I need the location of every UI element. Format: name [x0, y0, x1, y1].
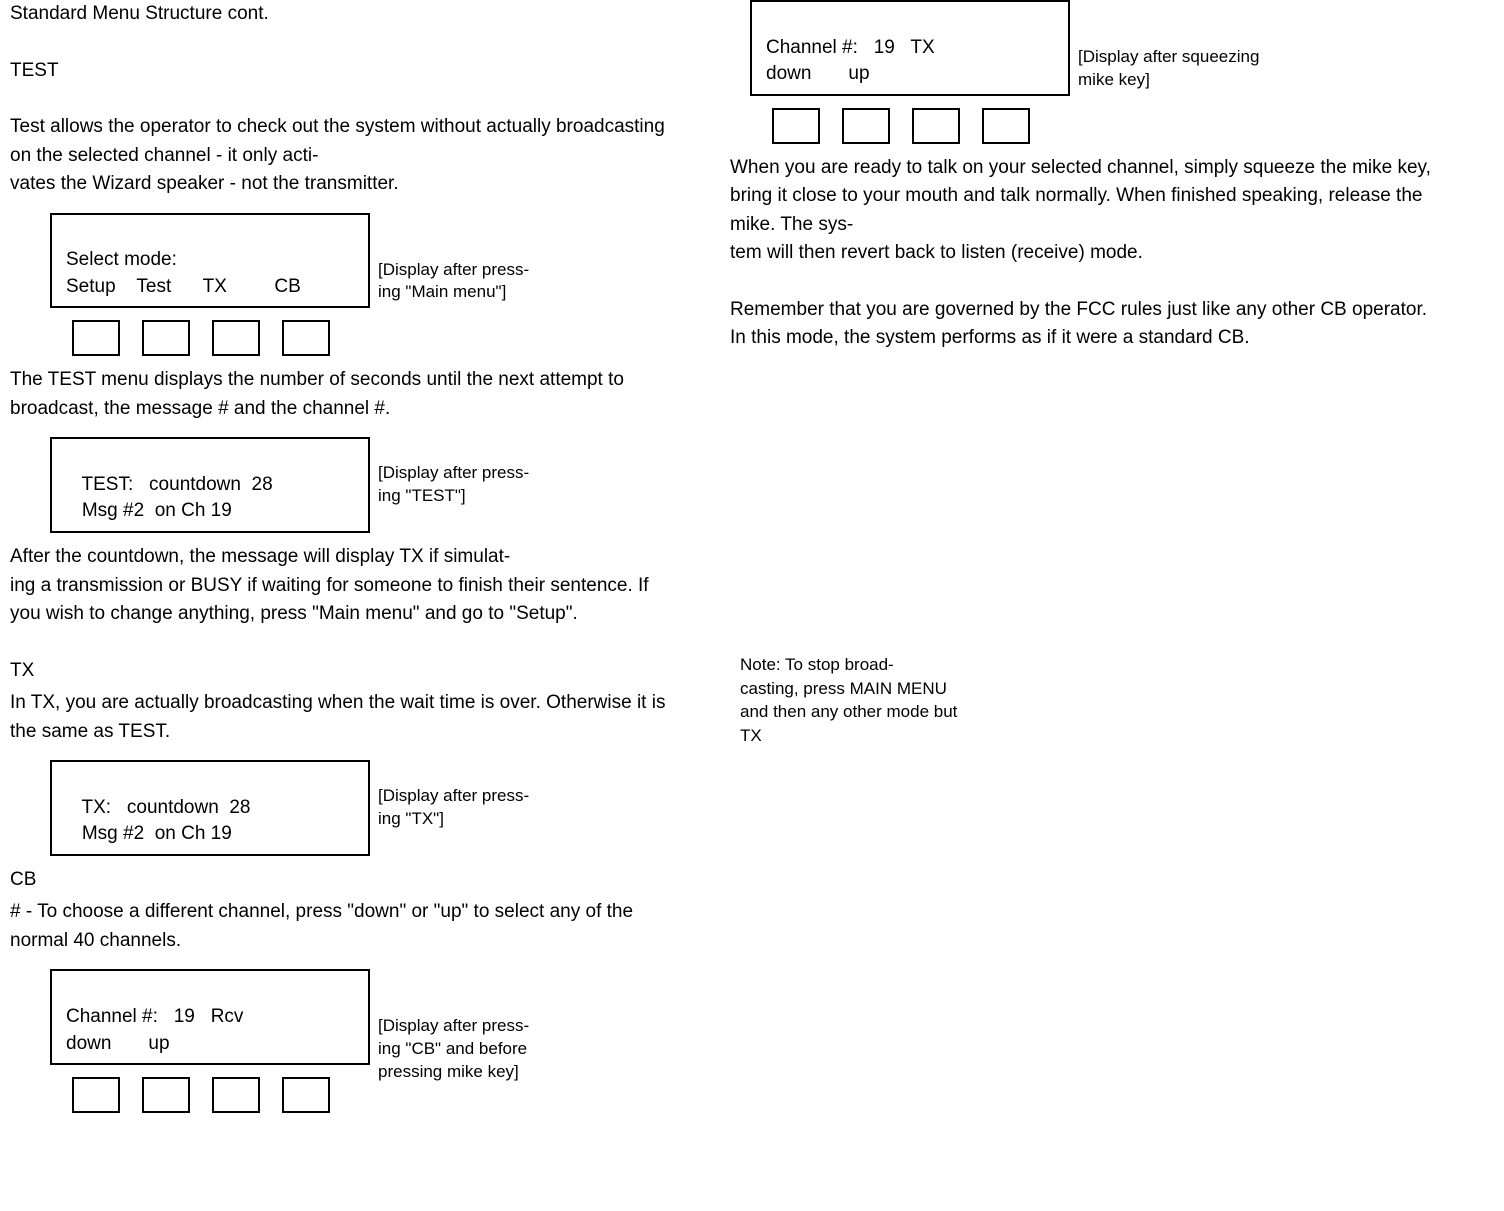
soft-button-1[interactable]	[72, 1077, 120, 1113]
test-description-2: The TEST menu displays the number of sec…	[10, 366, 680, 423]
lcd-line-1: TEST: countdown 28	[66, 474, 273, 495]
soft-button-2[interactable]	[142, 320, 190, 356]
test-heading: TEST	[10, 57, 680, 86]
test-description: Test allows the operator to check out th…	[10, 113, 680, 199]
fcc-note: Remember that you are governed by the FC…	[730, 296, 1440, 353]
lcd-line-1: Channel #: 19 Rcv	[66, 1006, 243, 1027]
cb-description: # - To choose a different channel, press…	[10, 898, 680, 955]
right-column: Channel #: 19 TX down up [Display after …	[690, 0, 1450, 1113]
tx-heading: TX	[10, 657, 680, 686]
lcd-caption: [Display after press- ing "TX"]	[370, 785, 529, 831]
lcd-line-1: TX: countdown 28	[66, 797, 250, 818]
lcd-line-1: Channel #: 19 TX	[766, 37, 935, 58]
soft-button-3[interactable]	[912, 108, 960, 144]
left-column: Standard Menu Structure cont. TEST Test …	[0, 0, 690, 1113]
lcd-block-tx: TX: countdown 28 Msg #2 on Ch 19 [Displa…	[50, 760, 680, 856]
lcd-caption: [Display after press- ing "Main menu"]	[370, 213, 529, 305]
soft-button-4[interactable]	[282, 320, 330, 356]
lcd-line-2: down up	[66, 1033, 170, 1054]
lcd-line-1: Select mode:	[66, 249, 177, 270]
lcd-line-2: Msg #2 on Ch 19	[66, 823, 232, 844]
soft-button-4[interactable]	[982, 108, 1030, 144]
lcd-block-cb-tx: Channel #: 19 TX down up [Display after …	[750, 0, 1440, 144]
cb-talk-description: When you are ready to talk on your selec…	[730, 154, 1440, 268]
lcd-caption: [Display after squeezing mike key]	[1070, 0, 1290, 92]
button-row	[50, 308, 370, 356]
soft-button-4[interactable]	[282, 1077, 330, 1113]
lcd-block-cb-rcv: Channel #: 19 Rcv down up [Display after…	[50, 969, 680, 1113]
soft-button-2[interactable]	[842, 108, 890, 144]
soft-button-2[interactable]	[142, 1077, 190, 1113]
button-row	[750, 96, 1070, 144]
tx-description: In TX, you are actually broadcasting whe…	[10, 689, 680, 746]
soft-button-3[interactable]	[212, 320, 260, 356]
soft-button-1[interactable]	[72, 320, 120, 356]
lcd-display: Channel #: 19 Rcv down up	[50, 969, 370, 1065]
page-title: Standard Menu Structure cont.	[10, 0, 680, 29]
lcd-block-test: TEST: countdown 28 Msg #2 on Ch 19 [Disp…	[50, 437, 680, 533]
stop-broadcast-note: Note: To stop broad- casting, press MAIN…	[740, 653, 960, 748]
lcd-display: Channel #: 19 TX down up	[750, 0, 1070, 96]
lcd-line-2: down up	[766, 63, 870, 84]
lcd-caption: [Display after press- ing "TEST"]	[370, 462, 529, 508]
lcd-line-2: Setup Test TX CB	[66, 276, 301, 297]
lcd-block-select-mode: Select mode: Setup Test TX CB [Display a…	[50, 213, 680, 357]
lcd-caption: [Display after press- ing "CB" and befor…	[370, 969, 590, 1084]
lcd-display: TX: countdown 28 Msg #2 on Ch 19	[50, 760, 370, 856]
lcd-display: Select mode: Setup Test TX CB	[50, 213, 370, 309]
test-description-3: After the countdown, the message will di…	[10, 543, 680, 629]
lcd-display: TEST: countdown 28 Msg #2 on Ch 19	[50, 437, 370, 533]
soft-button-1[interactable]	[772, 108, 820, 144]
cb-heading: CB	[10, 866, 680, 895]
button-row	[50, 1065, 370, 1113]
soft-button-3[interactable]	[212, 1077, 260, 1113]
lcd-line-2: Msg #2 on Ch 19	[66, 500, 232, 521]
